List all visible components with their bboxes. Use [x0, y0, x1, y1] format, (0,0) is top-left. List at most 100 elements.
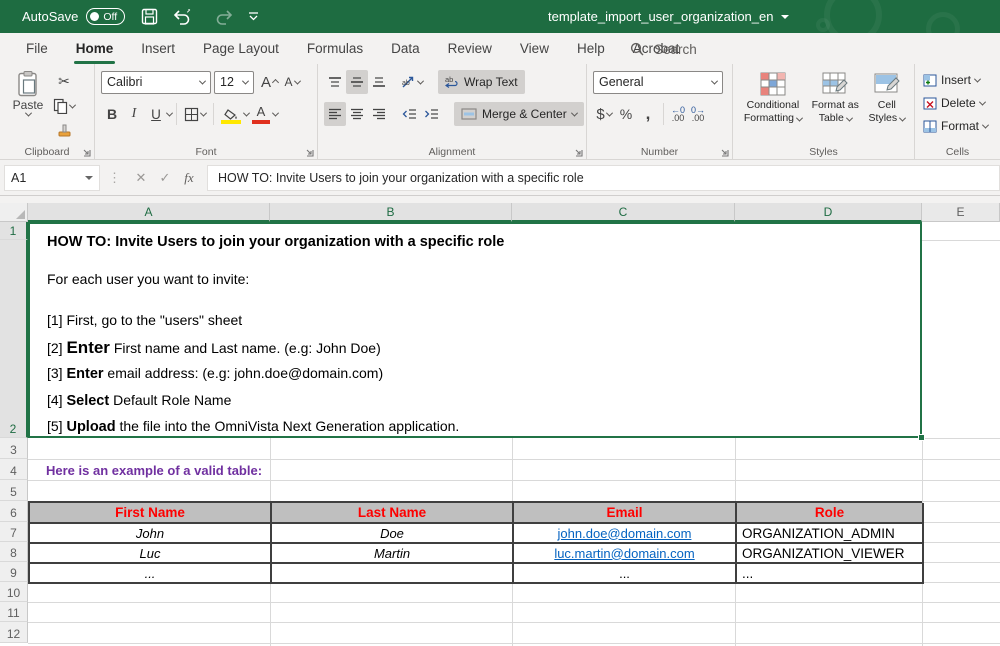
tab-page-layout[interactable]: Page Layout	[189, 33, 293, 64]
accounting-format-button[interactable]: $	[593, 102, 615, 126]
row-header-11[interactable]: 11	[0, 602, 28, 622]
column-header-E[interactable]: E	[922, 203, 1000, 222]
merge-center-button[interactable]: Merge & Center	[454, 102, 584, 126]
delete-cells-button[interactable]: Delete	[921, 93, 996, 113]
column-header-B[interactable]: B	[270, 203, 512, 222]
row-header-1[interactable]: 1	[0, 222, 28, 240]
increase-decimal-button[interactable]: ←0 .00	[668, 104, 688, 124]
italic-button[interactable]: I	[123, 102, 145, 126]
select-all-button[interactable]	[0, 203, 28, 222]
tab-help[interactable]: Help	[563, 33, 619, 64]
example-caption-cell[interactable]: Here is an example of a valid table:	[46, 460, 262, 481]
align-center-button[interactable]	[346, 102, 368, 126]
font-name-select[interactable]: Calibri	[101, 71, 211, 94]
save-button[interactable]	[141, 5, 158, 29]
tab-formulas[interactable]: Formulas	[293, 33, 377, 64]
bold-button[interactable]: B	[101, 102, 123, 126]
column-header-A[interactable]: A	[28, 203, 270, 222]
font-dialog-launcher[interactable]	[305, 148, 314, 157]
table-cell-first-0[interactable]: John	[30, 524, 272, 544]
row-header-6[interactable]: 6	[0, 501, 28, 522]
row-header-7[interactable]: 7	[0, 522, 28, 542]
row-header-5[interactable]: 5	[0, 480, 28, 501]
insert-cells-button[interactable]: Insert	[921, 70, 996, 90]
search-box[interactable]: Search	[622, 37, 705, 61]
autosave-toggle[interactable]: Off	[86, 8, 125, 25]
format-cells-button[interactable]: Format	[921, 116, 996, 136]
number-dialog-launcher[interactable]	[720, 148, 729, 157]
table-cell-first-1[interactable]: Luc	[30, 544, 272, 564]
font-size-select[interactable]: 12	[214, 71, 254, 94]
alignment-dialog-launcher[interactable]	[574, 148, 583, 157]
table-cell-last-1[interactable]: Martin	[272, 544, 514, 564]
table-cell-last-2[interactable]	[272, 564, 514, 584]
column-header-D[interactable]: D	[735, 203, 922, 222]
table-cell-email-0[interactable]: john.doe@domain.com	[514, 524, 737, 544]
increase-font-button[interactable]: A	[258, 70, 281, 94]
top-align-button[interactable]	[324, 70, 346, 94]
email-link[interactable]: luc.martin@domain.com	[554, 546, 694, 561]
formula-bar-splitter[interactable]: ⋮	[100, 170, 129, 186]
undo-button[interactable]	[172, 5, 196, 29]
cancel-button[interactable]: ✕	[129, 165, 153, 191]
increase-indent-button[interactable]	[420, 102, 442, 126]
font-color-button[interactable]: A	[249, 102, 273, 126]
format-painter-button[interactable]	[50, 121, 78, 143]
row-header-2[interactable]: 2	[0, 240, 28, 438]
row-header-3[interactable]: 3	[0, 438, 28, 459]
tab-view[interactable]: View	[506, 33, 563, 64]
cell-styles-button[interactable]: Cell Styles	[869, 68, 906, 143]
table-cell-email-2[interactable]: ...	[514, 564, 737, 584]
conditional-formatting-button[interactable]: Conditional Formatting	[744, 68, 802, 143]
column-header-C[interactable]: C	[512, 203, 735, 222]
document-title-control[interactable]: template_import_user_organization_en	[548, 0, 789, 33]
orientation-button[interactable]: ab	[398, 70, 426, 94]
table-cell-header-first-name[interactable]: First Name	[30, 503, 272, 524]
email-link[interactable]: john.doe@domain.com	[558, 526, 692, 541]
tab-file[interactable]: File	[12, 33, 62, 64]
table-cell-header-last-name[interactable]: Last Name	[272, 503, 514, 524]
redo-button[interactable]	[210, 5, 234, 29]
decrease-font-button[interactable]: A	[281, 70, 303, 94]
paste-button[interactable]: Paste	[6, 70, 50, 142]
clipboard-dialog-launcher[interactable]	[82, 148, 91, 157]
table-cell-role-0[interactable]: ORGANIZATION_ADMIN	[737, 524, 924, 544]
decrease-indent-button[interactable]	[398, 102, 420, 126]
table-cell-role-1[interactable]: ORGANIZATION_VIEWER	[737, 544, 924, 564]
selection-fill-handle[interactable]	[918, 434, 925, 441]
row-header-4[interactable]: 4	[0, 459, 28, 480]
tab-insert[interactable]: Insert	[127, 33, 189, 64]
borders-button[interactable]	[181, 102, 209, 126]
tab-home[interactable]: Home	[62, 33, 128, 64]
tab-data[interactable]: Data	[377, 33, 434, 64]
number-format-select[interactable]: General	[593, 71, 723, 94]
underline-button[interactable]: U	[145, 102, 167, 126]
table-cell-header-role[interactable]: Role	[737, 503, 924, 524]
bottom-align-button[interactable]	[368, 70, 390, 94]
name-box[interactable]: A1	[4, 165, 100, 191]
tab-review[interactable]: Review	[434, 33, 506, 64]
customize-quick-access-button[interactable]	[248, 5, 259, 29]
copy-button[interactable]	[50, 95, 78, 117]
decrease-decimal-button[interactable]: 0→ .00	[688, 104, 708, 124]
row-header-8[interactable]: 8	[0, 542, 28, 562]
cut-button[interactable]: ✂	[50, 70, 78, 92]
formula-input[interactable]: HOW TO: Invite Users to join your organi…	[207, 165, 1000, 191]
wrap-text-button[interactable]: ab Wrap Text	[438, 70, 525, 94]
percent-style-button[interactable]: %	[615, 102, 637, 126]
insert-function-button[interactable]: fx	[177, 165, 201, 191]
enter-button[interactable]: ✓	[153, 165, 177, 191]
row-header-9[interactable]: 9	[0, 562, 28, 582]
table-cell-email-1[interactable]: luc.martin@domain.com	[514, 544, 737, 564]
table-cell-header-email[interactable]: Email	[514, 503, 737, 524]
format-as-table-button[interactable]: Format as Table	[812, 68, 859, 143]
instructions-merged-cell[interactable]: HOW TO: Invite Users to join your organi…	[28, 222, 922, 438]
table-cell-last-0[interactable]: Doe	[272, 524, 514, 544]
fill-color-button[interactable]	[218, 102, 244, 126]
table-cell-first-2[interactable]: ...	[30, 564, 272, 584]
row-header-12[interactable]: 12	[0, 622, 28, 643]
align-right-button[interactable]	[368, 102, 390, 126]
align-left-button[interactable]	[324, 102, 346, 126]
middle-align-button[interactable]	[346, 70, 368, 94]
row-header-10[interactable]: 10	[0, 582, 28, 602]
